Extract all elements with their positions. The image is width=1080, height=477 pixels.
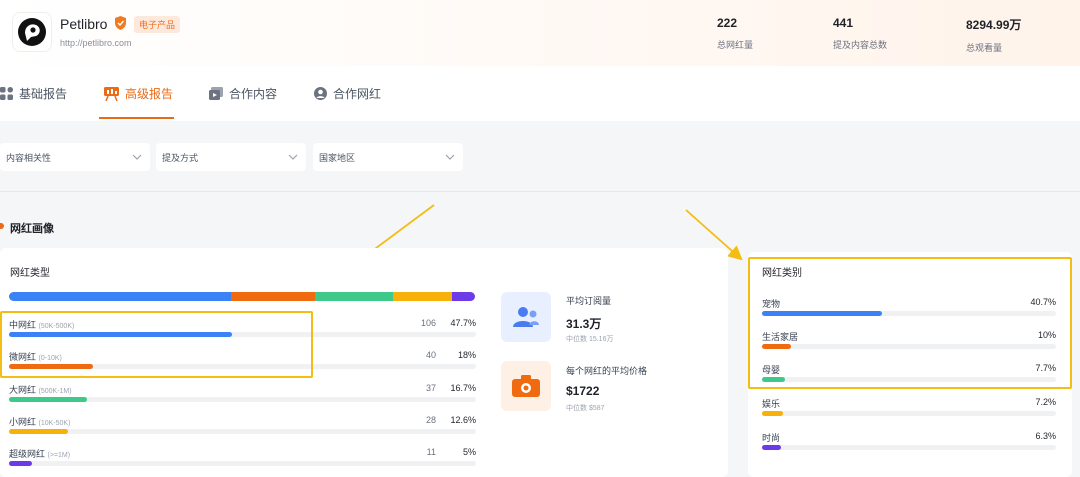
category-bar-fill <box>762 445 781 450</box>
influencer-type-row: 超级网红 (>=1M) 11 5% <box>9 447 476 475</box>
type-bar-fill <box>9 461 33 466</box>
type-bar-fill <box>9 397 87 402</box>
metric-label: 平均订阅量 <box>566 296 612 306</box>
highlight-box-categories <box>748 257 1072 389</box>
influencer-type-row: 小网红 (10K-50K) 28 12.6% <box>9 415 476 443</box>
type-name: 小网红 (10K-50K) <box>9 417 71 427</box>
type-percent: 47.7% <box>450 318 476 328</box>
type-count: 28 <box>425 415 436 425</box>
type-count: 106 <box>420 318 436 328</box>
type-bar-track <box>9 429 476 434</box>
type-bar-track <box>9 461 476 466</box>
type-name: 超级网红 (>=1M) <box>9 449 71 459</box>
influencer-type-title: 网红类型 <box>10 268 50 279</box>
type-range: (500K-1M) <box>38 388 72 395</box>
type-bar-fill <box>9 429 68 434</box>
metric-value: $1722 <box>566 384 600 398</box>
type-count: 11 <box>426 447 436 457</box>
type-percent: 12.6% <box>450 415 476 425</box>
type-count: 40 <box>425 350 436 360</box>
type-name: 大网红 (500K-1M) <box>9 385 72 395</box>
camera-icon <box>512 375 540 397</box>
type-percent: 5% <box>462 447 476 457</box>
category-percent: 6.3% <box>1035 431 1056 441</box>
type-range: (>=1M) <box>47 452 71 459</box>
category-row: 时尚 6.3% <box>762 431 1056 457</box>
metric-sub: 中位数 $587 <box>566 405 605 412</box>
type-range: (10K-50K) <box>38 420 71 427</box>
type-percent: 16.7% <box>450 383 476 393</box>
category-bar-track <box>762 411 1056 416</box>
stack-segment <box>392 292 452 301</box>
metric-value: 31.3万 <box>566 317 602 331</box>
avg-price-icon-box <box>501 361 551 411</box>
category-bar-track <box>762 445 1056 450</box>
metric-sub: 中位数 15.16万 <box>566 336 614 343</box>
metric-label: 每个网红的平均价格 <box>566 366 648 376</box>
type-count: 37 <box>425 383 436 393</box>
users-icon <box>513 307 539 327</box>
influencer-type-stacked-bar <box>9 292 475 301</box>
category-percent: 7.2% <box>1035 397 1056 407</box>
type-bar-track <box>9 397 476 402</box>
category-name: 时尚 <box>762 433 781 443</box>
stack-segment <box>231 292 316 301</box>
type-percent: 18% <box>457 350 476 360</box>
stack-segment <box>9 292 232 301</box>
category-name: 娱乐 <box>762 399 781 409</box>
influencer-type-row: 大网红 (500K-1M) 37 16.7% <box>9 383 476 411</box>
stack-segment <box>451 292 475 301</box>
category-row: 娱乐 7.2% <box>762 397 1056 423</box>
avg-subscribers-icon-box <box>501 292 551 342</box>
category-bar-fill <box>762 411 784 416</box>
stack-segment <box>315 292 393 301</box>
highlight-box-types <box>0 311 313 378</box>
